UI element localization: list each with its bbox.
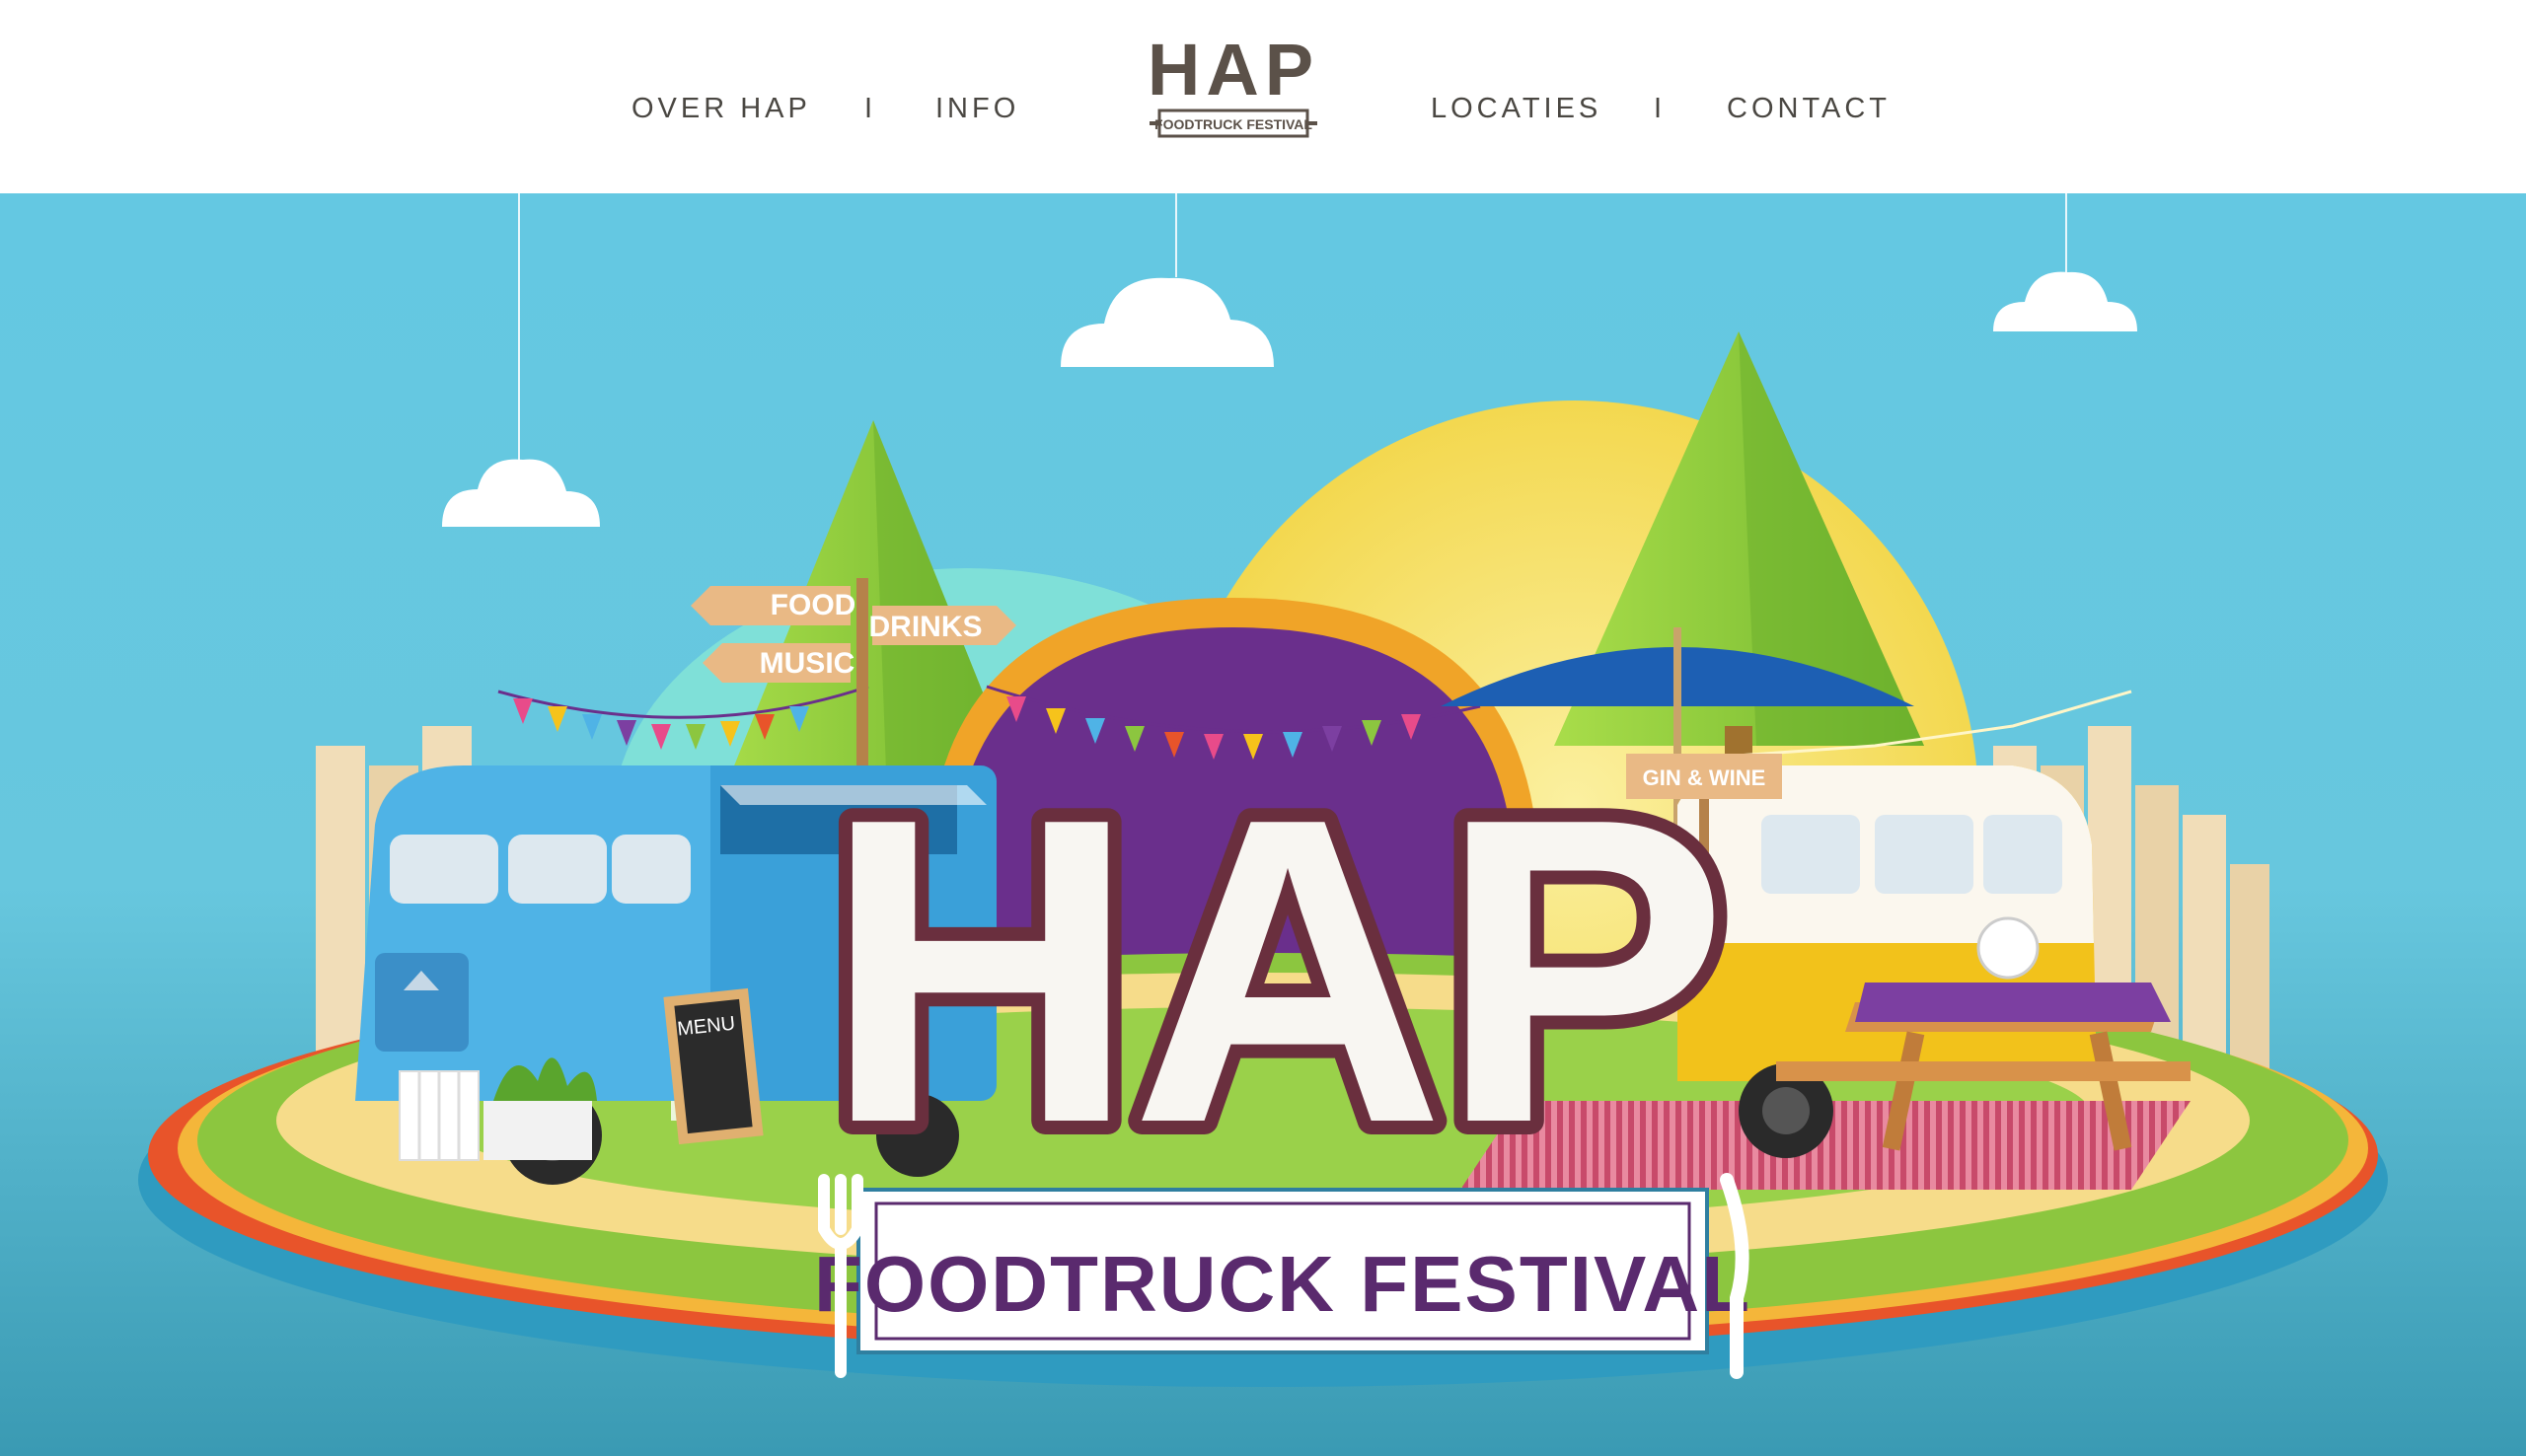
nav-over-hap[interactable]: OVER HAP [632,93,811,125]
menu-board: MENU [663,987,764,1145]
hap-logo[interactable]: HAP FOODTRUCK FESTIVAL [1140,30,1327,152]
nav-separator-2: I [1654,93,1663,124]
logo-title: HAP [1148,30,1319,110]
crate [399,1070,480,1161]
banner-title: FOODTRUCK FESTIVAL [814,1240,1751,1328]
logo-subtitle: FOODTRUCK FESTIVAL [1154,116,1312,132]
hap-letters: HAP HAP [810,715,1743,1227]
site-header: OVER HAP I INFO HAP FOODTRUCK FESTIVAL L… [0,0,2526,193]
hap-letters-face: HAP [824,729,1723,1213]
nav-locaties[interactable]: LOCATIES [1431,93,1601,125]
nav-separator: I [864,93,873,124]
nav-contact[interactable]: CONTACT [1727,93,1891,125]
svg-text:MUSIC: MUSIC [760,647,855,680]
svg-text:DRINKS: DRINKS [868,611,982,643]
nav-info[interactable]: INFO [935,93,1019,125]
hero-scene: FOOD MUSIC DRINKS MENU GIN & WINE HAP HA… [0,193,2526,1456]
festival-banner: FOODTRUCK FESTIVAL [814,1188,1751,1354]
hero-illustration: FOOD MUSIC DRINKS MENU GIN & WINE HAP HA… [0,193,2526,1456]
svg-text:FOOD: FOOD [771,589,856,621]
